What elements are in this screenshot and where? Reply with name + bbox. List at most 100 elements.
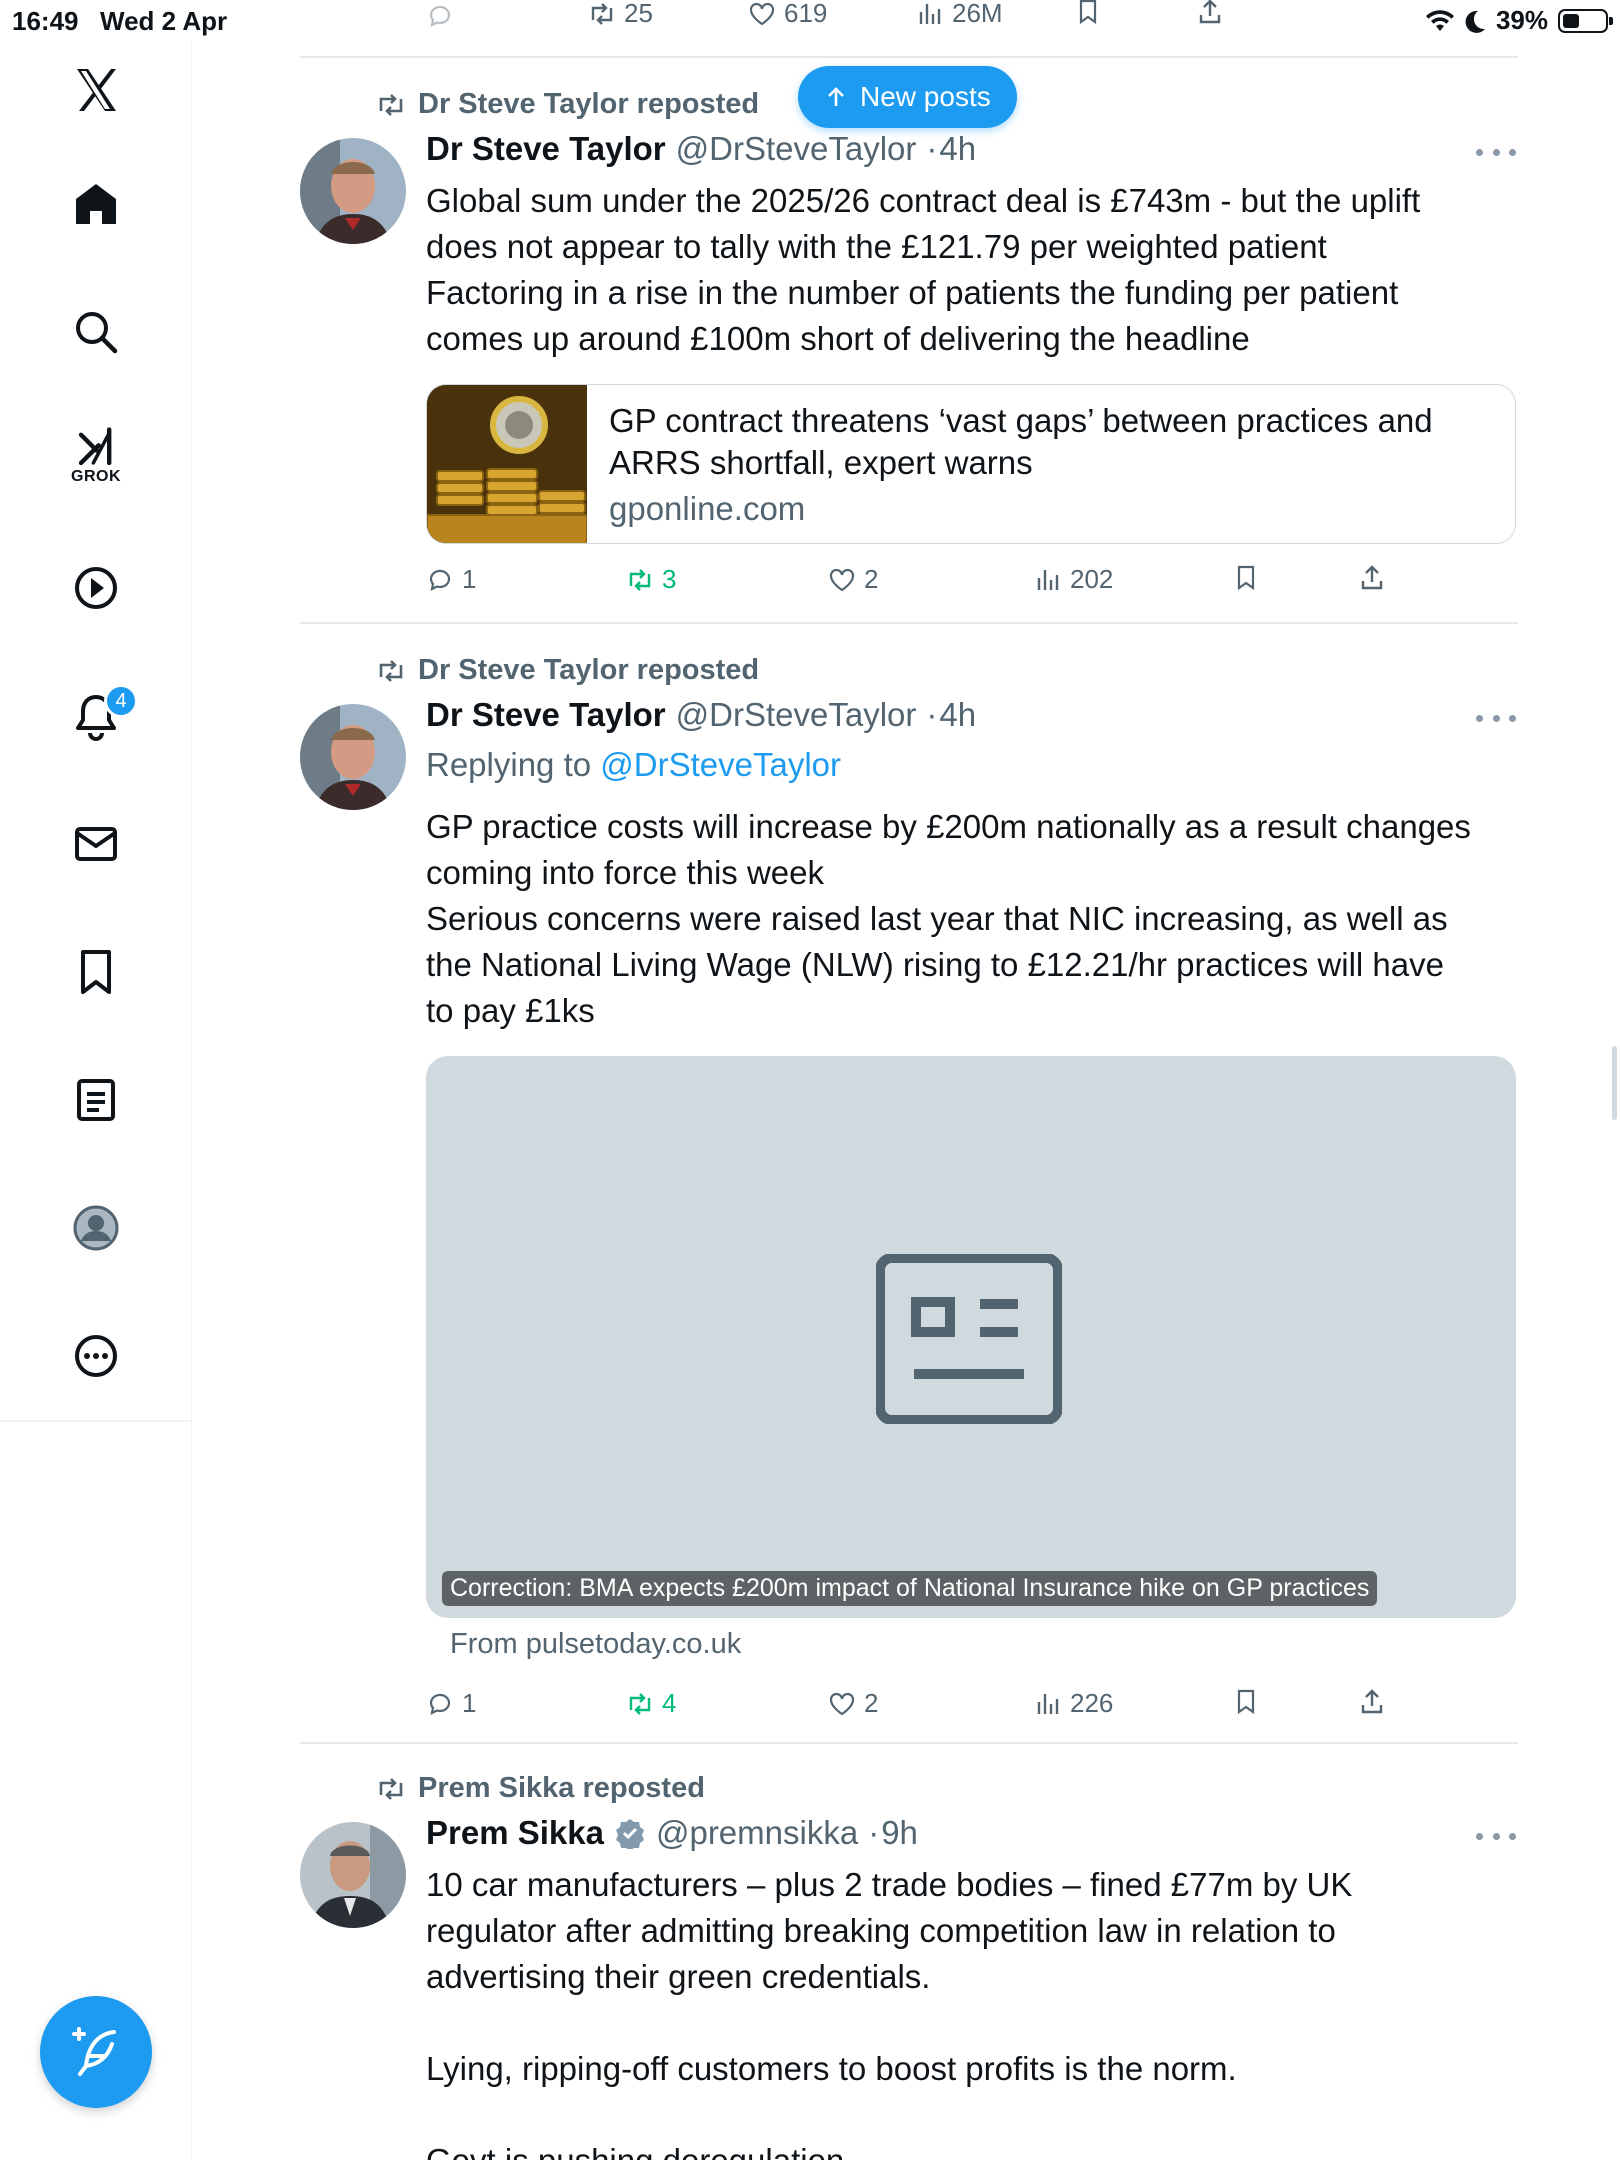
avatar[interactable] [300,1822,406,1928]
post[interactable]: Dr Steve Taylor reposted Dr Steve Taylor… [300,88,1518,628]
post-time[interactable]: 4h [939,130,976,168]
mail-icon[interactable] [56,804,136,884]
views-count: 26M [952,0,1003,28]
link-domain: gponline.com [609,490,806,527]
x-logo-icon[interactable] [56,50,136,130]
like-button[interactable]: 2 [828,564,878,595]
more-icon[interactable] [56,1316,136,1396]
views-icon [1037,1693,1059,1714]
grok-icon[interactable]: GROK [56,416,136,496]
repost-indicator: Prem Sikka reposted [376,1772,705,1805]
author-name[interactable]: Prem Sikka [426,1814,604,1852]
repost-icon [379,1777,403,1800]
repost-button[interactable]: 3 [626,564,676,595]
post-text: GP practice costs will increase by £200m… [426,804,1518,1034]
link-preview-card[interactable]: GP contract threatens ‘vast gaps’ betwee… [426,384,1516,544]
views-button[interactable]: 226 [1034,1688,1113,1719]
article-icon[interactable] [56,1060,136,1140]
reply-button[interactable]: 1 [426,564,476,595]
compose-button[interactable] [40,1996,152,2108]
post-text-line: the National Living Wage (NLW) rising to… [426,946,1444,983]
media-caption: Correction: BMA expects £200m impact of … [442,1571,1378,1606]
repost-by-label: Dr Steve Taylor reposted [418,88,760,120]
post-text-line: 10 car manufacturers – plus 2 trade bodi… [426,1866,1353,1903]
bookmark-button[interactable] [1232,1688,1260,1716]
avatar[interactable] [300,138,406,244]
post-text-line: Serious concerns were raised last year t… [426,900,1448,937]
post-header: Prem Sikka @premnsikka · 9h [426,1814,918,1852]
author-handle[interactable]: @DrSteveTaylor [676,696,917,734]
like-button[interactable]: 619 [748,0,827,29]
home-icon[interactable] [56,164,136,244]
share-button[interactable] [1358,1688,1386,1716]
post-text-line: Lying, ripping-off customers to boost pr… [426,2050,1237,2087]
bell-icon[interactable]: 4 [56,676,138,756]
views-icon [919,3,941,24]
search-icon[interactable] [56,292,136,372]
repost-icon [379,93,403,116]
more-options-icon[interactable] [1476,708,1516,728]
divider [300,56,1518,58]
post-text: 10 car manufacturers – plus 2 trade bodi… [426,1862,1518,2160]
post[interactable]: Dr Steve Taylor reposted Dr Steve Taylor… [300,654,1518,1734]
like-count: 2 [864,1688,879,1718]
repost-icon [591,2,613,25]
bookmark-button[interactable] [1232,564,1260,592]
reply-count: 1 [462,1688,477,1718]
more-options-icon[interactable] [1476,142,1516,162]
heart-icon [829,568,855,591]
bookmark-icon[interactable] [56,932,136,1012]
views-button[interactable]: 202 [1034,564,1113,595]
repost-by-label: Dr Steve Taylor reposted [418,654,760,686]
link-title-line: GP contract threatens ‘vast gaps’ betwee… [609,402,1433,439]
article-media-card[interactable]: Correction: BMA expects £200m impact of … [426,1056,1516,1618]
like-button[interactable]: 2 [828,1688,878,1719]
scrollbar[interactable] [1612,1046,1617,1120]
post-text-line [426,2000,1518,2046]
views-icon [1037,569,1059,590]
post-text-line: Factoring in a rise in the number of pat… [426,274,1399,311]
like-count: 2 [864,564,879,594]
heart-icon [829,1692,855,1715]
bookmark-button[interactable] [1074,0,1102,26]
repost-indicator: Dr Steve Taylor reposted [376,88,759,121]
views-button[interactable]: 26M [916,0,1003,29]
reply-button[interactable]: 1 [426,1688,476,1719]
post-time[interactable]: 4h [939,696,976,734]
post-text: Global sum under the 2025/26 contract de… [426,178,1518,362]
more-options-icon[interactable] [1476,1826,1516,1846]
author-name[interactable]: Dr Steve Taylor [426,130,666,168]
author-handle[interactable]: @premnsikka [656,1814,858,1852]
grok-label: GROK [71,468,121,485]
post-text-line [426,2092,1518,2138]
timeline-feed: 25 619 26M New posts Dr Steve Taylor rep… [300,0,1518,2160]
video-icon[interactable] [56,548,136,628]
link-thumbnail [427,385,588,543]
replying-to-handle[interactable]: @DrSteveTaylor [600,746,841,783]
reply-icon [429,5,451,27]
separator-dot: · [926,696,938,733]
source-domain[interactable]: From pulsetoday.co.uk [450,1628,741,1661]
profile-icon[interactable] [56,1188,136,1268]
repost-button[interactable]: 25 [588,0,653,29]
post-text-line: comes up around £100m short of deliverin… [426,320,1250,357]
avatar[interactable] [300,704,406,810]
verified-badge-icon [615,1819,644,1849]
repost-icon [379,659,403,682]
share-button[interactable] [1358,564,1386,592]
replying-to-label: Replying to [426,746,592,783]
post-text-line: does not appear to tally with the £121.7… [426,228,1327,265]
bookmark-icon [1237,565,1255,591]
repost-button[interactable]: 4 [626,1688,676,1719]
separator-dot: · [868,1814,880,1851]
repost-count: 4 [662,1688,677,1718]
post-text-line: GP practice costs will increase by £200m… [426,808,1471,845]
share-button[interactable] [1196,0,1224,26]
post-time[interactable]: 9h [881,1814,918,1852]
post-text-line: advertising their green credentials. [426,1958,931,1995]
post[interactable]: Prem Sikka reposted Prem Sikka @premnsik… [300,1772,1518,2160]
reply-button[interactable] [426,2,454,30]
post-text-line: regulator after admitting breaking compe… [426,1912,1336,1949]
author-name[interactable]: Dr Steve Taylor [426,696,666,734]
author-handle[interactable]: @DrSteveTaylor [676,130,917,168]
